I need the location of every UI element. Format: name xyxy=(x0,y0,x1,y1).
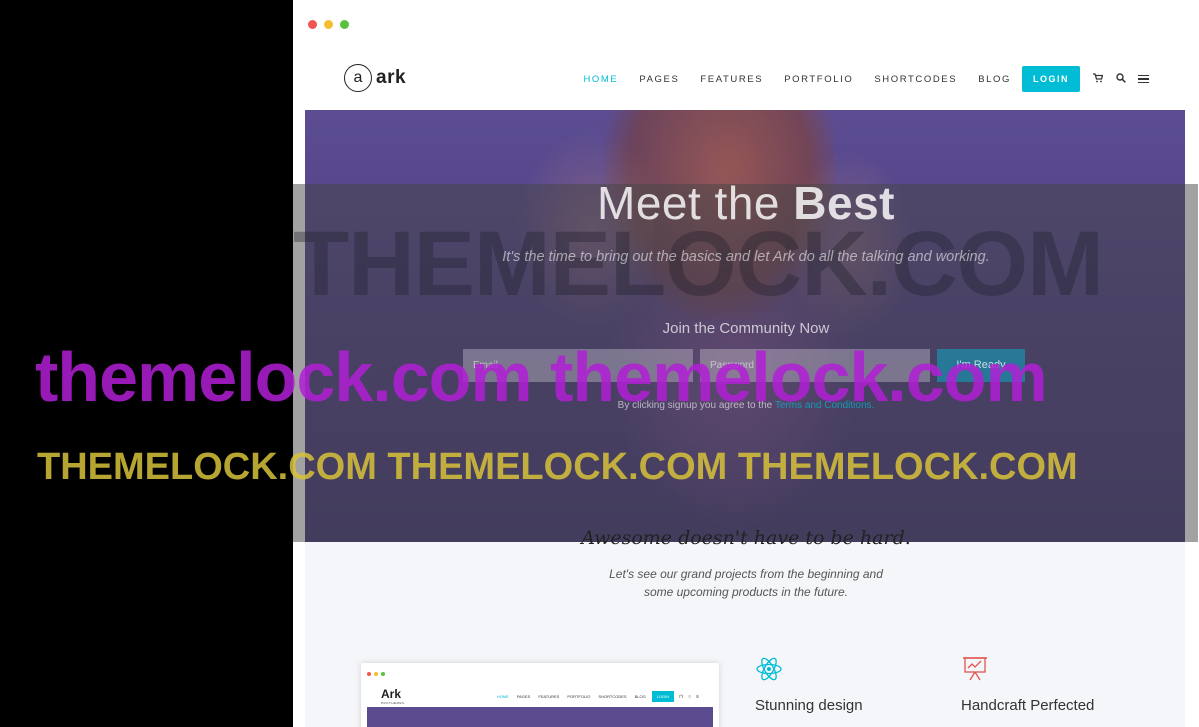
intro-tagline: Awesome doesn't have to be hard. xyxy=(581,527,911,549)
feature-title: Stunning design xyxy=(755,697,863,714)
hero-title: Meet the Best xyxy=(597,177,895,229)
site-header: a ark HOME PAGES FEATURES PORTFOLIO SHOR… xyxy=(293,46,1199,110)
preview-nav-item: HOME xyxy=(496,694,509,699)
logo-text: ark xyxy=(376,67,407,88)
watermark-magenta: themelock.com themelock.com xyxy=(35,338,1048,416)
watermark-yellow: THEMELOCK.COM THEMELOCK.COM THEMELOCK.CO… xyxy=(37,446,1078,488)
hero-subtitle: It's the time to bring out the basics an… xyxy=(502,249,990,265)
preview-nav-item: BLOG xyxy=(634,694,646,699)
window-controls xyxy=(308,20,349,29)
nav-item-portfolio[interactable]: PORTFOLIO xyxy=(784,74,853,85)
presentation-chart-icon xyxy=(963,657,987,681)
preview-menu-icon: ≡ xyxy=(696,693,699,700)
nav-item-home[interactable]: HOME xyxy=(583,74,618,85)
atom-icon xyxy=(756,657,782,681)
preview-window-controls xyxy=(367,672,385,676)
menu-icon[interactable] xyxy=(1138,74,1149,84)
preview-cart-icon: ⊓ xyxy=(679,693,684,700)
feature-stunning-design: Stunning design xyxy=(755,655,863,714)
maximize-dot[interactable] xyxy=(340,20,349,29)
preview-search-icon: ○ xyxy=(688,693,692,700)
nav-item-blog[interactable]: BLOG xyxy=(978,74,1011,85)
preview-nav-item: SHORTCODES xyxy=(598,694,627,699)
feature-handcraft-perfected: Handcraft Perfected xyxy=(961,655,1094,714)
preview-nav-item: PAGES xyxy=(516,694,531,699)
preview-logo: Ark xyxy=(381,687,402,701)
main-nav: HOME PAGES FEATURES PORTFOLIO SHORTCODES… xyxy=(562,66,1149,92)
join-heading: Join the Community Now xyxy=(662,320,830,337)
preview-nav: HOME PAGES FEATURES PORTFOLIO SHORTCODES… xyxy=(489,691,699,702)
preview-nav-item: FEATURES xyxy=(538,694,560,699)
login-button[interactable]: LOGIN xyxy=(1022,66,1080,92)
preview-login: LOGIN xyxy=(651,691,675,702)
cart-icon[interactable] xyxy=(1093,72,1104,86)
preview-logo-sub: PROTHEMES xyxy=(381,701,405,705)
minimize-dot[interactable] xyxy=(324,20,333,29)
feature-title: Handcraft Perfected xyxy=(961,697,1095,714)
site-logo[interactable]: a ark xyxy=(344,64,406,92)
search-icon[interactable] xyxy=(1116,72,1126,86)
preview-nav-item: PORTFOLIO xyxy=(567,694,591,699)
preview-hero xyxy=(367,707,713,727)
nav-item-shortcodes[interactable]: SHORTCODES xyxy=(874,74,957,85)
close-dot[interactable] xyxy=(308,20,317,29)
nav-item-pages[interactable]: PAGES xyxy=(639,74,679,85)
intro-lead: Let's see our grand projects from the be… xyxy=(609,567,883,599)
logo-mark: a xyxy=(344,64,372,92)
nav-item-features[interactable]: FEATURES xyxy=(700,74,763,85)
preview-screenshot: Ark PROTHEMES HOME PAGES FEATURES PORTFO… xyxy=(361,663,719,727)
